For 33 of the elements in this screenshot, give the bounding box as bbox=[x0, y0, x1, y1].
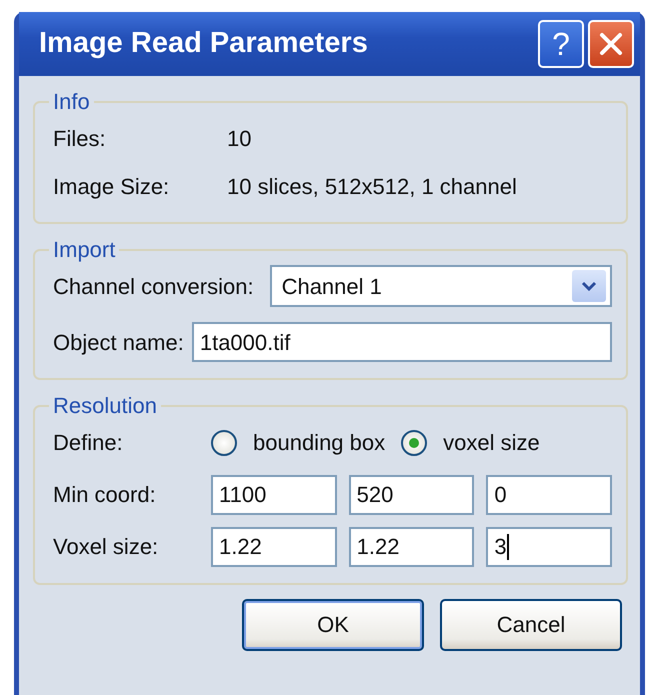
field-value: 10 bbox=[227, 124, 252, 153]
input-field[interactable]: 520 bbox=[348, 474, 474, 515]
input-field[interactable]: 3 bbox=[486, 526, 612, 567]
chevron-down-icon bbox=[581, 280, 597, 292]
group-title: Resolution bbox=[52, 394, 158, 419]
field-label: Object name: bbox=[53, 328, 184, 357]
close-button[interactable] bbox=[588, 20, 634, 68]
group-title: Import bbox=[52, 238, 116, 262]
field-label: Min coord: bbox=[53, 481, 157, 510]
dropdown[interactable]: Channel 1 bbox=[270, 265, 612, 308]
field-value: 10 slices, 512x512, 1 channel bbox=[227, 172, 517, 201]
help-button[interactable]: ? bbox=[538, 20, 584, 68]
dropdown-value: Channel 1 bbox=[282, 272, 383, 301]
field-label: Voxel size: bbox=[53, 533, 160, 562]
input-field[interactable]: 1100 bbox=[211, 474, 337, 515]
dialog-button[interactable]: OK bbox=[242, 598, 424, 651]
input-field[interactable]: 1.22 bbox=[348, 526, 474, 567]
input-field[interactable]: 1ta000.tif bbox=[192, 322, 612, 362]
radio-button[interactable] bbox=[211, 430, 237, 456]
radio-label: voxel size bbox=[443, 429, 540, 458]
group-title: Info bbox=[52, 90, 91, 114]
field-label: Channel conversion: bbox=[53, 272, 254, 301]
field-label: Files: bbox=[53, 124, 107, 153]
window-title: Image Read Parameters bbox=[39, 26, 369, 62]
input-field[interactable]: 0 bbox=[486, 474, 612, 515]
radio-button[interactable] bbox=[401, 430, 428, 456]
close-icon bbox=[598, 31, 624, 57]
dialog-button[interactable]: Cancel bbox=[440, 598, 622, 651]
field-label: Image Size: bbox=[53, 172, 170, 201]
input-field[interactable]: 1.22 bbox=[211, 526, 337, 567]
field-label: Define: bbox=[53, 429, 124, 458]
radio-label: bounding box bbox=[253, 429, 386, 458]
dropdown-button[interactable] bbox=[572, 270, 606, 302]
